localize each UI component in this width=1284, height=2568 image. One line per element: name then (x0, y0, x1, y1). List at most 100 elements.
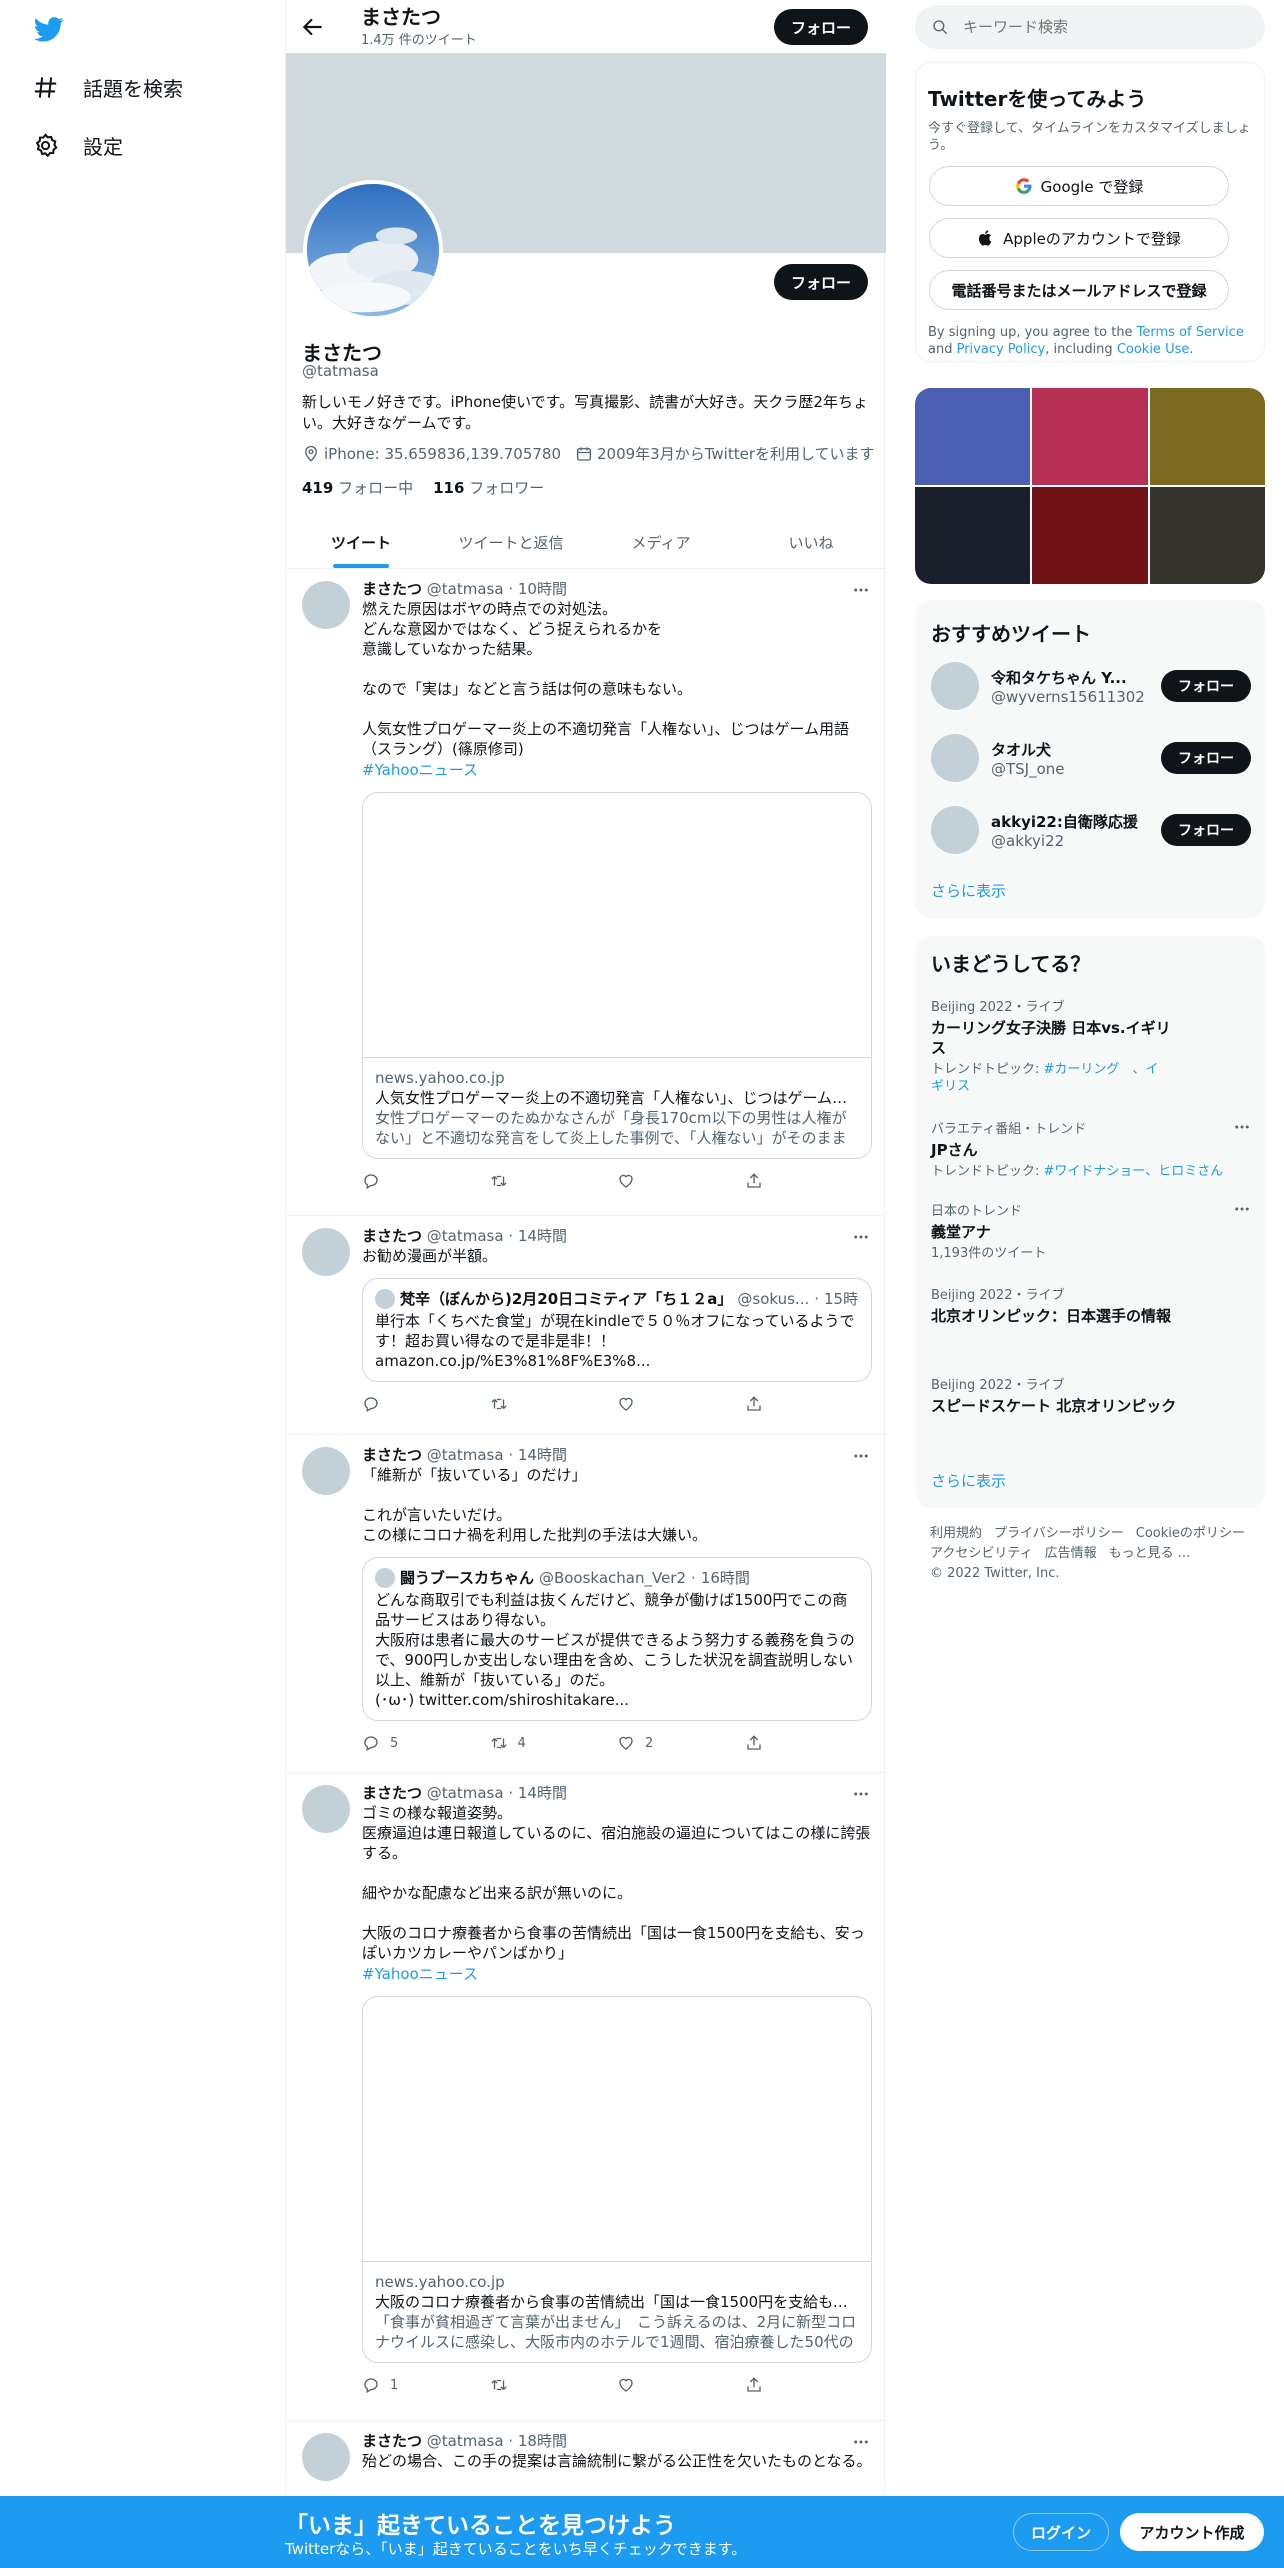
tweet-avatar[interactable] (302, 2433, 350, 2481)
suggest-show-more[interactable]: さらに表示 (931, 880, 1006, 901)
login-button[interactable]: ログイン (1013, 2513, 1109, 2551)
footer-link-cookie[interactable]: Cookieのポリシー (1136, 1524, 1245, 1544)
quote-tweet[interactable]: 梵辛（ぼんから)2月20日コミティア「ち１２a」@sokus...·15時間 単… (362, 1278, 872, 1382)
calendar-icon (576, 446, 592, 461)
apple-signup-button[interactable]: Appleのアカウントで登録 (929, 218, 1229, 258)
tab-media[interactable]: メディア (586, 516, 736, 568)
footer-link-accessibility[interactable]: アクセシビリティ (930, 1544, 1033, 1564)
footer-link-privacy[interactable]: プライバシーポリシー (994, 1524, 1124, 1544)
link-card[interactable]: news.yahoo.co.jp 大阪のコロナ療養者から食事の苦情続出「国は一食… (362, 1996, 872, 2363)
tweet-hashtag[interactable]: #Yahooニュース (362, 1963, 872, 1984)
like-button[interactable] (617, 1394, 745, 1414)
tab-tweets[interactable]: ツイート (286, 516, 436, 568)
reply-button[interactable]: 1 (362, 2375, 490, 2395)
share-button[interactable] (745, 1394, 873, 1414)
quote-tweet[interactable]: 闘うブースカちゃん @Booskachan_Ver2 · 16時間 どんな商取引でも利… (362, 1557, 872, 1721)
tweet-avatar[interactable] (302, 581, 350, 629)
footer-link-ads[interactable]: 広告情報 (1045, 1544, 1097, 1564)
tweet-author-name[interactable]: まさたつ (362, 2432, 422, 2450)
trend-item[interactable]: 日本のトレンド 義堂アナ 1,193件のツイート (931, 1200, 1251, 1262)
suggest-follow-button[interactable]: フォロー (1161, 742, 1251, 774)
tweet-avatar[interactable] (302, 1785, 350, 1833)
retweet-button[interactable]: 4 (490, 1733, 618, 1753)
cookie-link[interactable]: Cookie Use (1117, 342, 1190, 357)
tweet-author-name[interactable]: まさたつ (362, 1227, 422, 1245)
phone-email-signup-button[interactable]: 電話番号またはメールアドレスで登録 (929, 270, 1229, 310)
tweet-author-name[interactable]: まさたつ (362, 1784, 422, 1802)
tweet-avatar[interactable] (302, 1228, 350, 1276)
tweet[interactable]: まさたつ @tatmasa · 14時間 「維新が「抜いている」のだけ」 これが… (286, 1435, 886, 1773)
trends-show-more[interactable]: さらに表示 (931, 1470, 1006, 1491)
share-button[interactable] (745, 1171, 873, 1191)
trend-item[interactable]: Beijing 2022・ライブ 北京オリンピック：日本選手の情報 (931, 1284, 1251, 1326)
tweet-time[interactable]: 14時間 (518, 1227, 567, 1245)
tweet-author-name[interactable]: まさたつ (362, 1446, 422, 1464)
tweet[interactable]: まさたつ @tatmasa · 14時間 ゴミの様な報道姿勢。 医療逼迫は連日報… (286, 1773, 886, 2421)
suggest-follow-button[interactable]: フォロー (1161, 814, 1251, 846)
tweet-hashtag[interactable]: #Yahooニュース (362, 759, 872, 780)
suggest-user[interactable]: akkyi22:自衛隊応援 @akkyi22 フォロー (931, 806, 1251, 854)
tweet-avatar[interactable] (302, 1447, 350, 1495)
like-button[interactable] (617, 2375, 745, 2395)
media-thumb[interactable] (915, 487, 1031, 584)
nav-settings[interactable]: 設定 (32, 125, 123, 165)
profile-joined: 2009年3月からTwitterを利用しています (575, 443, 875, 464)
tweet-time[interactable]: 18時間 (518, 2432, 567, 2450)
back-arrow-icon[interactable] (300, 14, 326, 40)
more-options-icon[interactable] (1233, 1118, 1251, 1136)
tweet[interactable]: まさたつ @tatmasa · 10時間 燃えた原因はボヤの時点での対処法。 ど… (286, 569, 886, 1216)
reply-icon (364, 1736, 378, 1751)
tweet-text: 「維新が「抜いている」のだけ」 これが言いたいだけ。 この様にコロナ禍を利用した… (362, 1466, 708, 1544)
followers-count: 116 (433, 479, 465, 497)
suggest-avatar (931, 662, 979, 710)
tweet-time[interactable]: 10時間 (518, 580, 567, 598)
header-follow-button[interactable]: フォロー (774, 9, 868, 45)
tweet[interactable]: まさたつ @tatmasa · 14時間 お勧め漫画が半額。 梵辛（ぼんから)2… (286, 1216, 886, 1435)
profile-follow-button[interactable]: フォロー (774, 264, 868, 300)
share-button[interactable] (745, 2375, 873, 2395)
like-button[interactable]: 2 (617, 1733, 745, 1753)
tab-likes[interactable]: いいね (736, 516, 886, 568)
trend-sub-tags[interactable]: #ワイドナショー、ヒロミさん (1044, 1164, 1224, 1179)
retweet-button[interactable] (490, 1171, 618, 1191)
trend-item[interactable]: Beijing 2022・ライブ カーリング女子決勝 日本vs.イギリス トレン… (931, 996, 1251, 1095)
trend-item[interactable]: Beijing 2022・ライブ スピードスケート 北京オリンピック (931, 1374, 1251, 1416)
create-account-button[interactable]: アカウント作成 (1120, 2513, 1264, 2551)
reply-button[interactable] (362, 1394, 490, 1414)
footer-link-terms[interactable]: 利用規約 (930, 1524, 982, 1544)
tab-tweets-and-replies[interactable]: ツイートと返信 (436, 516, 586, 568)
media-thumb[interactable] (1149, 388, 1265, 485)
google-signup-button[interactable]: Google で登録 (929, 166, 1229, 206)
card-description: 女性プロゲーマーのたぬかなさんが「身長170cm以下の男性は人権がない」と不適切… (375, 1109, 847, 1147)
suggest-user[interactable]: 令和タケちゃん Y... @wyverns15611302 フォロー (931, 662, 1251, 710)
media-thumb[interactable] (1149, 487, 1265, 584)
like-button[interactable] (617, 1171, 745, 1191)
tweet-time[interactable]: 14時間 (518, 1784, 567, 1802)
media-thumb[interactable] (915, 388, 1031, 485)
twitter-logo-icon[interactable] (32, 14, 66, 44)
more-options-icon[interactable] (1233, 1200, 1251, 1218)
retweet-button[interactable] (490, 1394, 618, 1414)
privacy-link[interactable]: Privacy Policy (957, 342, 1046, 357)
share-button[interactable] (745, 1733, 873, 1753)
media-thumb[interactable] (1032, 487, 1148, 584)
following-link[interactable]: 419 フォロー中 (302, 477, 413, 498)
tweet-author-name[interactable]: まさたつ (362, 580, 422, 598)
reply-button[interactable] (362, 1171, 490, 1191)
tweet-actions: 5 4 2 (362, 1733, 872, 1753)
suggest-follow-button[interactable]: フォロー (1161, 670, 1251, 702)
terms-link[interactable]: Terms of Service (1137, 325, 1244, 340)
tweet-time[interactable]: 14時間 (518, 1446, 567, 1464)
footer-link-more[interactable]: もっと見る ... (1109, 1544, 1191, 1564)
link-card[interactable]: news.yahoo.co.jp 人気女性プロゲーマー炎上の不適切発言「人権ない… (362, 792, 872, 1159)
search-box[interactable] (915, 5, 1265, 49)
suggest-user[interactable]: タオル犬 @TSJ_one フォロー (931, 734, 1251, 782)
nav-explore[interactable]: 話題を検索 (32, 67, 183, 107)
trend-item[interactable]: バラエティ番組・トレンド JPさん トレンドトピック: #ワイドナショー、ヒロミ… (931, 1118, 1251, 1180)
profile-avatar[interactable] (303, 180, 443, 320)
reply-button[interactable]: 5 (362, 1733, 490, 1753)
followers-link[interactable]: 116 フォロワー (433, 477, 544, 498)
media-thumb[interactable] (1032, 388, 1148, 485)
search-input[interactable] (963, 18, 1243, 36)
retweet-button[interactable] (490, 2375, 618, 2395)
